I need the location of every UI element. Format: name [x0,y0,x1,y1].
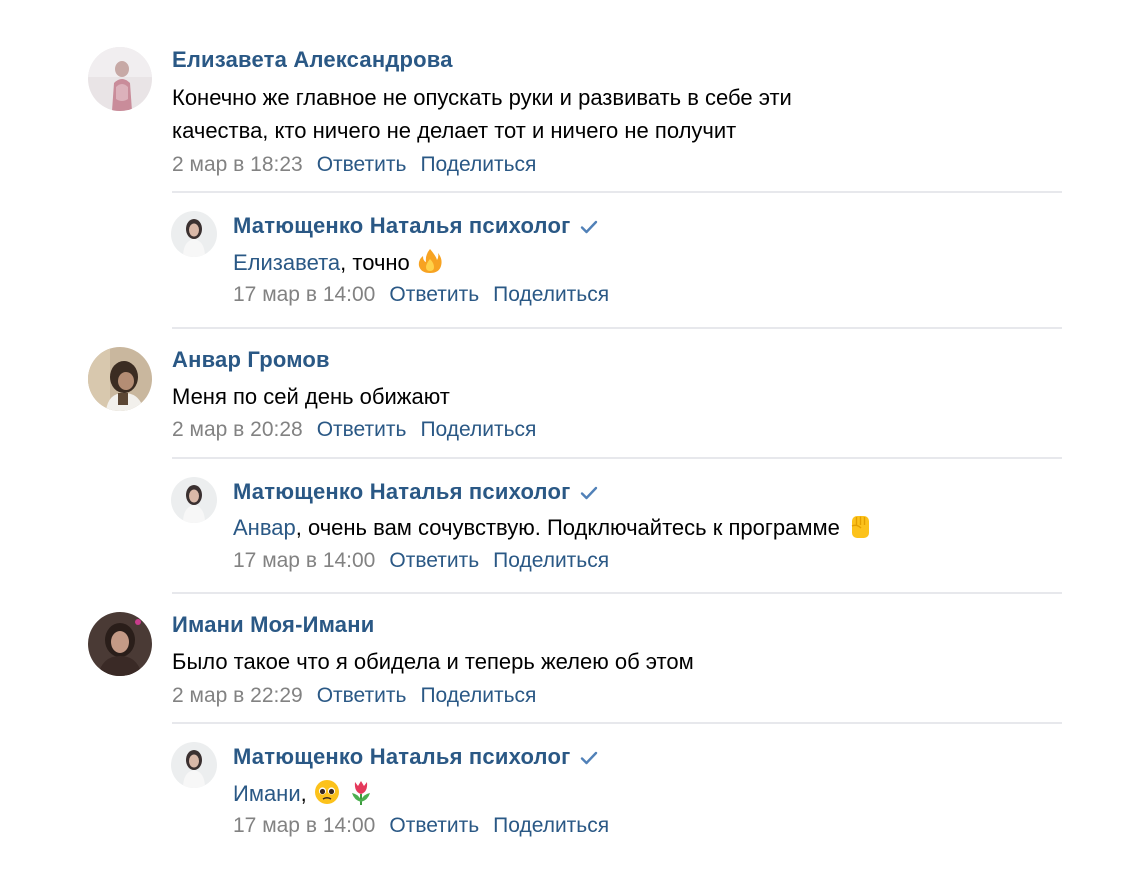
author-name[interactable]: Матющенко Наталья психолог [233,213,570,238]
avatar[interactable] [88,612,152,676]
reply-button[interactable]: Ответить [317,153,407,176]
share-button[interactable]: Поделиться [420,153,536,176]
comment-meta: 17 мар в 14:00 Ответить Поделиться [233,283,609,307]
comment-text: Было такое что я обидела и теперь желею … [172,649,694,674]
share-button[interactable]: Поделиться [493,549,609,572]
comment-text-body: , [300,781,307,806]
author-name[interactable]: Матющенко Наталья психолог [233,479,570,504]
comment-meta: 17 мар в 14:00 Ответить Поделиться [233,549,609,573]
verified-check-icon [580,480,598,506]
fire-emoji [416,247,444,285]
comment-thread: Елизавета Александрова Конечно же главно… [0,0,1139,889]
comment-date[interactable]: 17 мар в 14:00 [233,549,375,572]
comment-author[interactable]: Анвар Громов [172,347,330,373]
comment-meta: 2 мар в 18:23 Ответить Поделиться [172,153,536,177]
comment-author[interactable]: Матющенко Наталья психолог [233,479,598,506]
reply-button[interactable]: Ответить [317,684,407,707]
comment-text: Меня по сей день обижают [172,384,450,409]
mention-link[interactable]: Анвар [233,515,296,540]
comment-meta: 2 мар в 20:28 Ответить Поделиться [172,418,536,442]
divider [172,457,1062,459]
avatar[interactable] [88,47,152,111]
comment-text-body: , точно [340,250,410,275]
raised-fist-emoji [846,512,874,550]
comment-text-body: , очень вам сочувствую. Подключайтесь к … [295,515,840,540]
comment-text: Анвар, очень вам сочувствую. Подключайте… [233,510,874,550]
reply-button[interactable]: Ответить [317,418,407,441]
share-button[interactable]: Поделиться [420,418,536,441]
pleading-face-emoji [313,778,341,816]
author-name[interactable]: Матющенко Наталья психолог [233,744,570,769]
mention-link[interactable]: Имани [233,781,301,806]
share-button[interactable]: Поделиться [493,283,609,306]
comment-date[interactable]: 17 мар в 14:00 [233,814,375,837]
comment-meta: 17 мар в 14:00 Ответить Поделиться [233,814,609,838]
avatar[interactable] [171,477,217,523]
comment-meta: 2 мар в 22:29 Ответить Поделиться [172,684,536,708]
mention-link[interactable]: Елизавета [233,250,340,275]
comment-text-line: Конечно же главное не опускать руки и ра… [172,85,792,110]
comment-text-line: качества, кто ничего не делает тот и нич… [172,118,737,143]
comment-author[interactable]: Имани Моя-Имани [172,612,374,638]
divider [172,327,1062,329]
comment-date[interactable]: 2 мар в 22:29 [172,684,303,707]
verified-check-icon [580,745,598,771]
divider [172,592,1062,594]
comment-date[interactable]: 17 мар в 14:00 [233,283,375,306]
share-button[interactable]: Поделиться [493,814,609,837]
tulip-emoji [347,778,375,816]
avatar[interactable] [88,347,152,411]
reply-button[interactable]: Ответить [389,814,479,837]
avatar[interactable] [171,211,217,257]
divider [172,191,1062,193]
comment-date[interactable]: 2 мар в 20:28 [172,418,303,441]
comment-author[interactable]: Матющенко Наталья психолог [233,744,598,771]
share-button[interactable]: Поделиться [420,684,536,707]
reply-button[interactable]: Ответить [389,283,479,306]
divider [172,722,1062,724]
comment-author[interactable]: Матющенко Наталья психолог [233,213,598,240]
avatar[interactable] [171,742,217,788]
comment-text: Имани, [233,776,375,816]
comment-text: Елизавета, точно [233,245,444,285]
comment-date[interactable]: 2 мар в 18:23 [172,153,303,176]
comment-author[interactable]: Елизавета Александрова [172,47,453,73]
reply-button[interactable]: Ответить [389,549,479,572]
verified-check-icon [580,214,598,240]
